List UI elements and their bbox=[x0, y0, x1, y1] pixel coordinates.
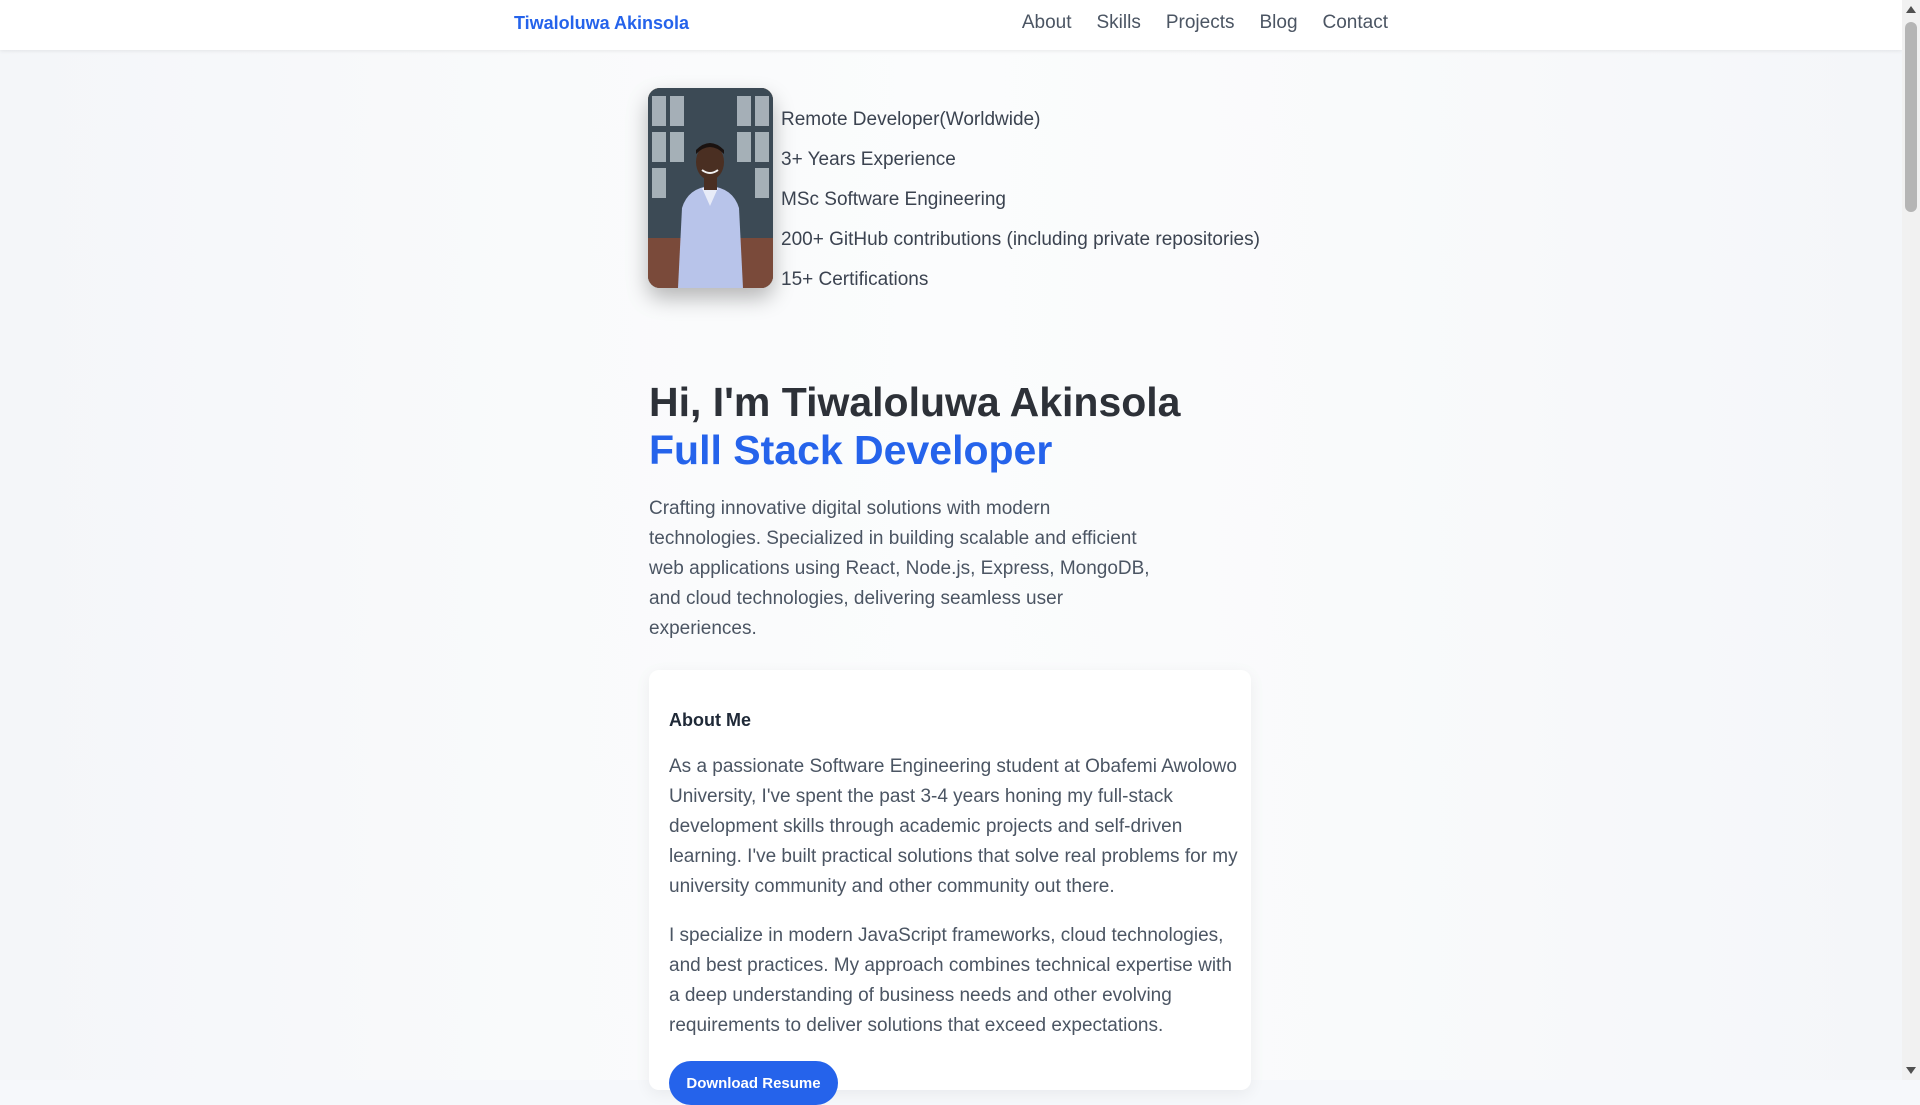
about-paragraph-2: I specialize in modern JavaScript framew… bbox=[669, 925, 1232, 1036]
profile-photo bbox=[648, 88, 773, 288]
highlight-item: 3+ Years Experience bbox=[781, 149, 956, 170]
page-scrollbar[interactable] bbox=[1902, 0, 1920, 1080]
nav-link-blog[interactable]: Blog bbox=[1259, 12, 1297, 34]
profile-photo-image bbox=[648, 88, 773, 288]
scrollbar-thumb[interactable] bbox=[1905, 22, 1917, 212]
scroll-down-arrow-icon[interactable] bbox=[1906, 1067, 1916, 1074]
top-navbar: Tiwaloluwa Akinsola About Skills Project… bbox=[0, 0, 1902, 50]
brand-logo-link[interactable]: Tiwaloluwa Akinsola bbox=[514, 13, 689, 34]
highlight-item: 15+ Certifications bbox=[781, 269, 929, 290]
nav-link-about[interactable]: About bbox=[1022, 12, 1072, 34]
scroll-up-arrow-icon[interactable] bbox=[1906, 6, 1916, 13]
hero-role: Full Stack Developer bbox=[649, 427, 1053, 473]
highlight-item: MSc Software Engineering bbox=[781, 189, 1006, 210]
hero-greeting: Hi, I'm Tiwaloluwa Akinsola bbox=[649, 379, 1181, 425]
about-card: About Me As a passionate Software Engine… bbox=[649, 670, 1251, 1105]
highlight-item: Remote Developer(Worldwide) bbox=[781, 109, 1041, 130]
about-paragraph-1: As a passionate Software Engineering stu… bbox=[669, 756, 1238, 897]
nav-link-contact[interactable]: Contact bbox=[1323, 12, 1388, 34]
nav-links: About Skills Projects Blog Contact bbox=[1022, 12, 1388, 34]
download-resume-button[interactable]: Download Resume bbox=[669, 1061, 838, 1105]
nav-link-projects[interactable]: Projects bbox=[1166, 12, 1235, 34]
highlight-item: 200+ GitHub contributions (including pri… bbox=[781, 229, 1260, 250]
hero-description: Crafting innovative digital solutions wi… bbox=[649, 498, 1150, 639]
profile-highlights-list: Remote Developer(Worldwide) 3+ Years Exp… bbox=[781, 106, 1260, 306]
nav-link-skills[interactable]: Skills bbox=[1097, 12, 1141, 34]
about-title: About Me bbox=[669, 710, 751, 730]
